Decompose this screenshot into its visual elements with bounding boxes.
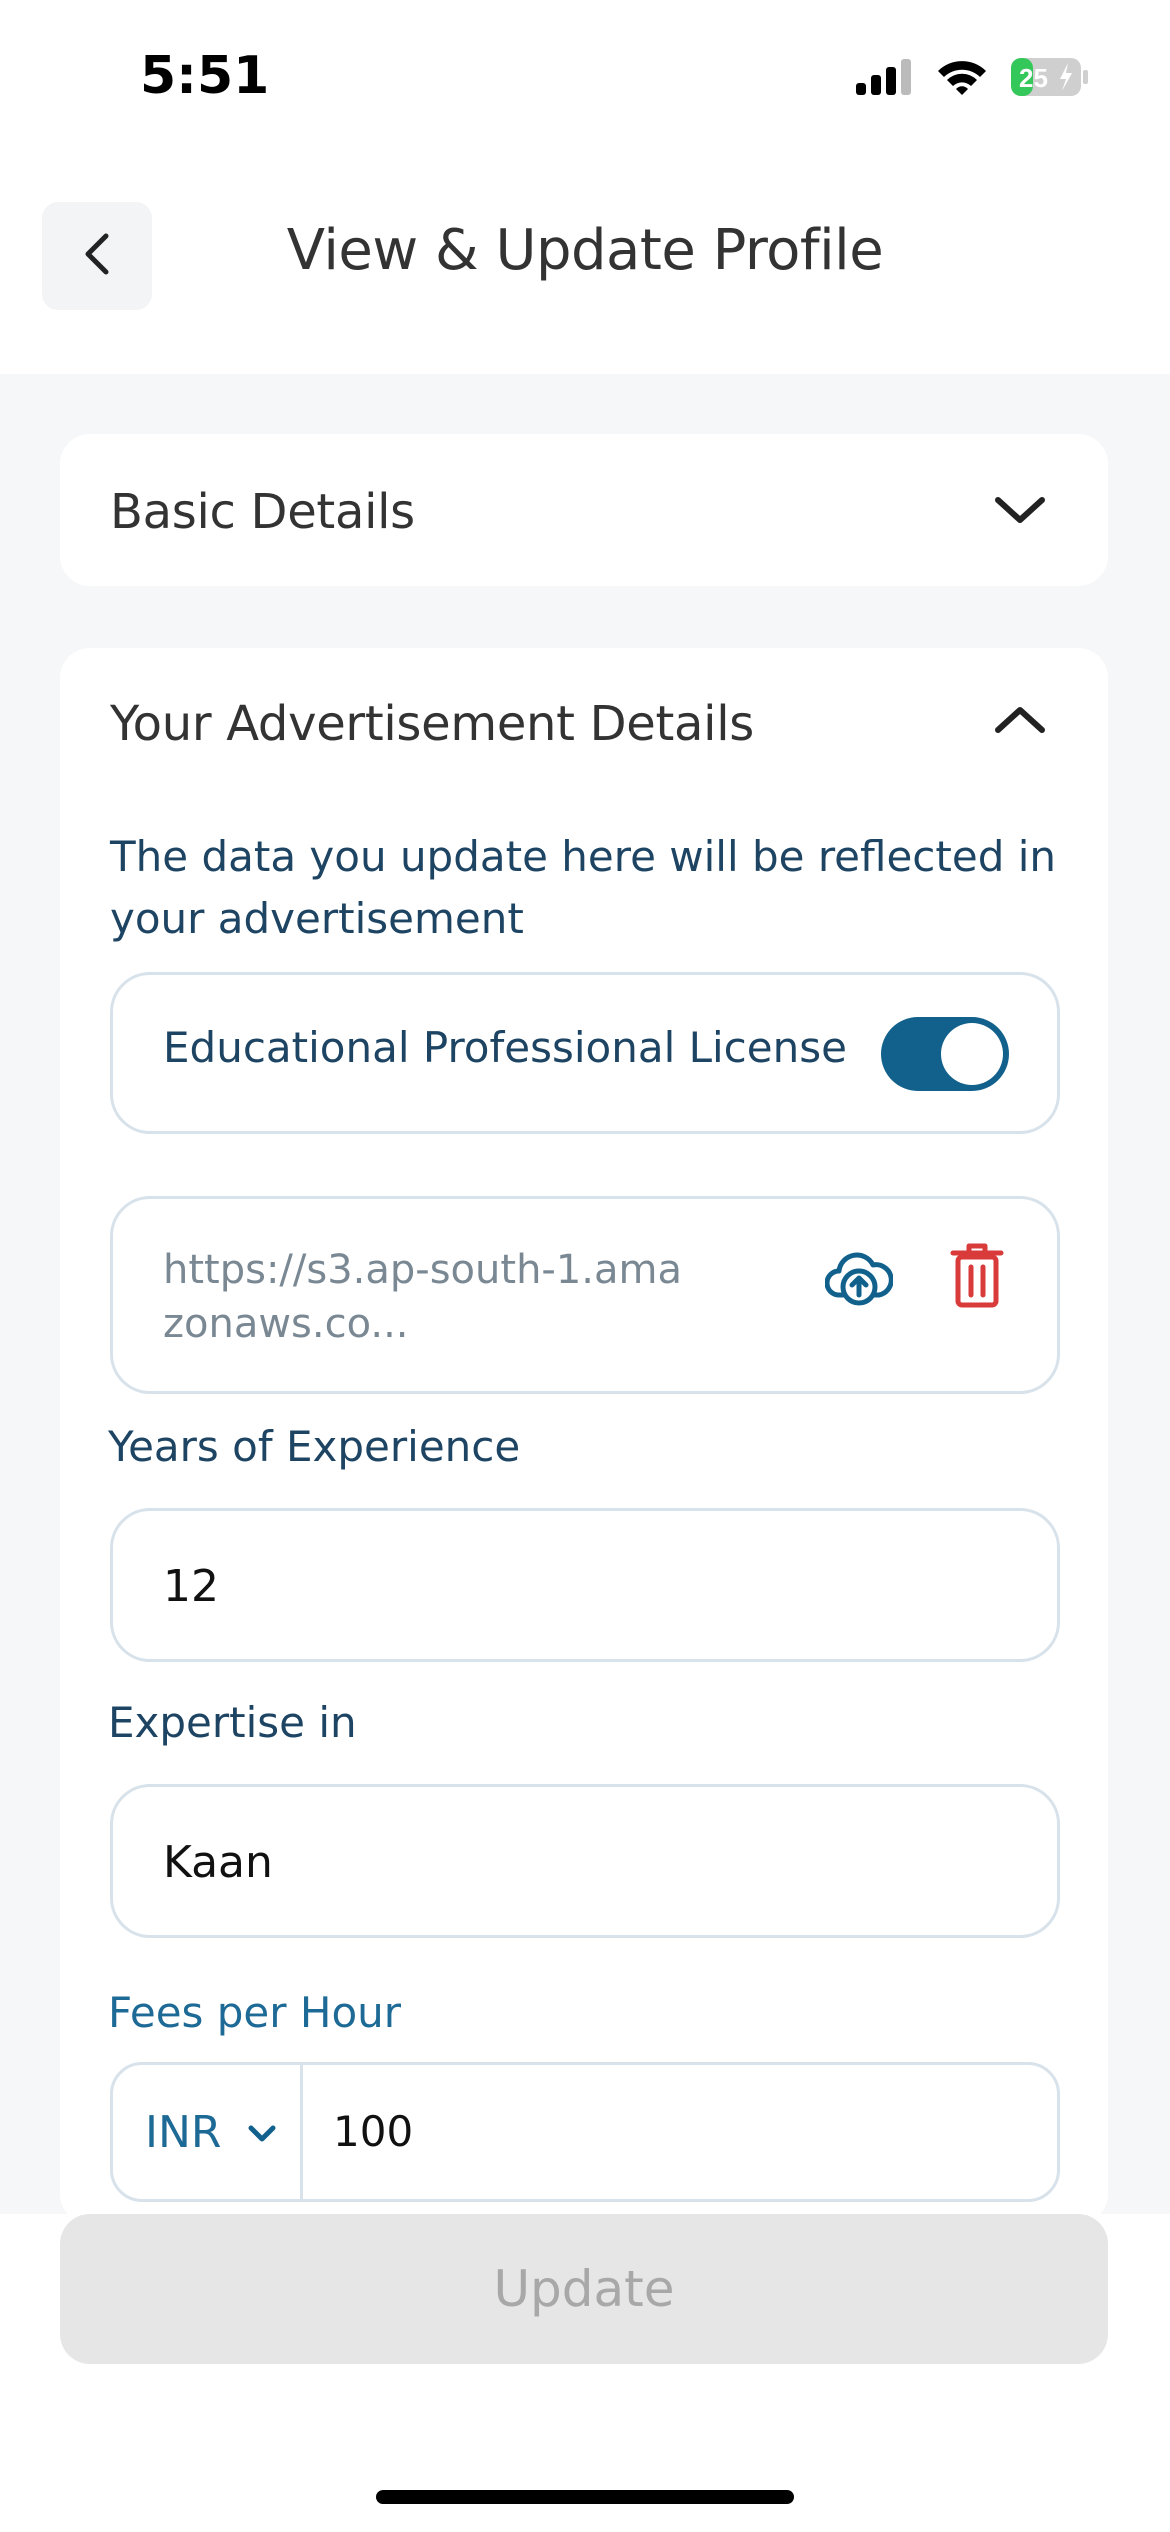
advertisement-note: The data you update here will be reflect… <box>110 832 1057 943</box>
currency-select[interactable]: INR <box>113 2065 303 2199</box>
home-indicator <box>376 2490 794 2504</box>
basic-details-section[interactable]: Basic Details <box>60 434 1108 586</box>
expertise-value: Kaan <box>163 1837 273 1888</box>
chevron-down-icon[interactable] <box>992 490 1048 530</box>
expertise-label: Expertise in <box>108 1698 357 1747</box>
chevron-down-icon <box>247 2123 277 2145</box>
advertisement-details-title[interactable]: Your Advertisement Details <box>110 696 754 752</box>
bottom-action-bar: Update <box>0 2214 1170 2532</box>
license-file-url[interactable]: https://s3.ap-south-1.amazonaws.co... <box>163 1243 683 1351</box>
update-button[interactable]: Update <box>60 2214 1108 2364</box>
years-input[interactable]: 12 <box>110 1508 1060 1662</box>
expertise-input[interactable]: Kaan <box>110 1784 1060 1938</box>
fees-label: Fees per Hour <box>108 1988 402 2037</box>
toggle-knob <box>941 1023 1003 1085</box>
wifi-icon <box>936 58 988 96</box>
status-time: 5:51 <box>140 46 270 106</box>
years-value: 12 <box>163 1561 219 1612</box>
cloud-upload-icon[interactable] <box>824 1243 894 1311</box>
basic-details-title: Basic Details <box>110 484 415 540</box>
trash-icon[interactable] <box>949 1241 1005 1309</box>
license-file-row: https://s3.ap-south-1.amazonaws.co... <box>110 1196 1060 1394</box>
advertisement-details-section: Your Advertisement Details The data you … <box>60 648 1108 2224</box>
license-toggle[interactable] <box>881 1017 1009 1091</box>
status-bar: 5:51 25 <box>0 0 1170 160</box>
currency-value: INR <box>145 2107 222 2158</box>
battery-charging-icon: 25 <box>1010 57 1090 97</box>
signal-icon <box>856 59 914 95</box>
page-title: View & Update Profile <box>286 218 884 283</box>
license-toggle-row: Educational Professional License <box>110 972 1060 1134</box>
fee-amount[interactable]: 100 <box>333 2107 413 2156</box>
fees-input-group: INR 100 <box>110 2062 1060 2202</box>
header: View & Update Profile <box>0 160 1170 374</box>
status-icons: 25 <box>856 52 1090 102</box>
years-label: Years of Experience <box>108 1422 521 1471</box>
license-label: Educational Professional License <box>163 1023 847 1072</box>
chevron-up-icon[interactable] <box>992 700 1048 740</box>
battery-level: 25 <box>1019 63 1048 93</box>
